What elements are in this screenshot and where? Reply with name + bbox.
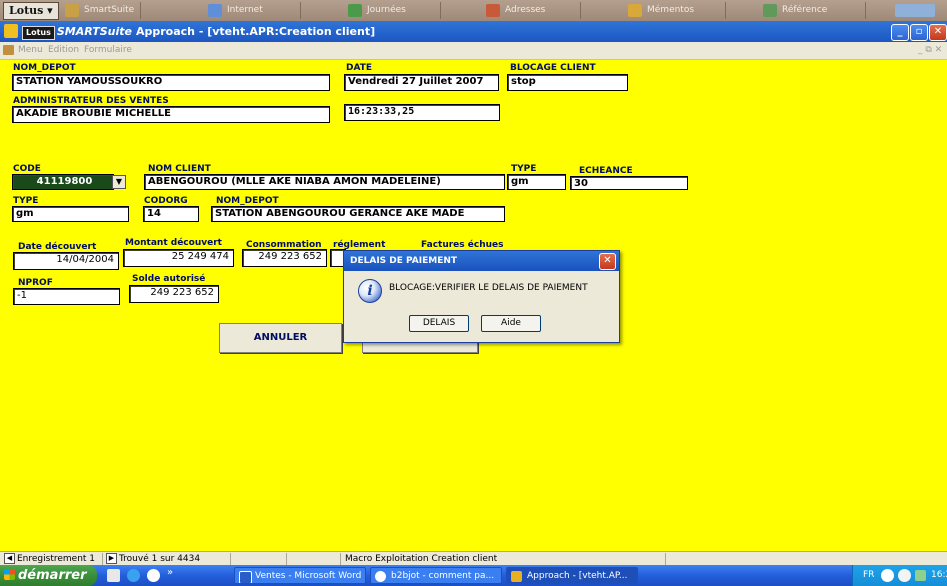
- window-titlebar[interactable]: Lotus SMARTSuite Approach - [vteht.APR:Cre…: [0, 21, 947, 42]
- smartsuite-logo: SMARTSuite: [56, 25, 132, 38]
- quicklaunch-more[interactable]: »: [167, 567, 173, 578]
- suite-item-reference[interactable]: Référence: [760, 2, 872, 19]
- suite-item-adresses[interactable]: Adresses: [483, 2, 585, 19]
- nprof-field[interactable]: -1: [13, 288, 120, 305]
- memento-icon: [628, 4, 642, 17]
- delais-paiement-dialog: DELAIS DE PAIEMENT ✕ i BLOCAGE:VERIFIER …: [343, 250, 620, 343]
- smartsuite-icon: [65, 4, 79, 17]
- administrateur-field[interactable]: AKADIE BROUBIE MICHELLE: [12, 106, 330, 123]
- macro-indicator[interactable]: Macro Exploitation Creation client: [342, 553, 666, 565]
- blocage-client-field[interactable]: stop: [507, 74, 628, 91]
- montant-decouvert-field[interactable]: 25 249 474: [123, 249, 234, 267]
- administrateur-label: ADMINISTRATEUR DES VENTES: [13, 96, 169, 106]
- solde-autorise-label: Solde autorisé: [132, 274, 206, 284]
- nom-depot2-label: NOM_DEPOT: [216, 196, 279, 206]
- lotus-menu-button[interactable]: Lotus ▾: [3, 2, 59, 20]
- tray-network-icon[interactable]: [915, 570, 926, 581]
- maximize-button[interactable]: ▫: [910, 24, 928, 41]
- dialog-message: BLOCAGE:VERIFIER LE DELAIS DE PAIEMENT: [389, 283, 588, 293]
- solde-autorise-field[interactable]: 249 223 652: [129, 285, 219, 303]
- chevron-down-icon[interactable]: ▼: [112, 175, 126, 189]
- time-field[interactable]: 16:23:33,25: [344, 104, 500, 121]
- arrow-left-icon[interactable]: ◀: [4, 553, 15, 564]
- annuler-button[interactable]: ANNULER: [219, 323, 342, 353]
- nom-depot-field[interactable]: STATION YAMOUSSOUKRO: [12, 74, 330, 91]
- factures-echues-label: Factures échues: [421, 240, 504, 250]
- nom-client-field[interactable]: ABENGOUROU (MLLE AKE NIABA AMON MADELEIN…: [144, 174, 505, 190]
- approach-app-icon[interactable]: [4, 24, 18, 38]
- consommation-field[interactable]: 249 223 652: [242, 249, 327, 267]
- adresses-icon: [486, 4, 500, 17]
- lotus-logo: Lotus: [22, 26, 55, 40]
- task-b2bjot[interactable]: b2bjot - comment pa...: [370, 567, 502, 584]
- date-field[interactable]: Vendredi 27 Juillet 2007: [344, 74, 499, 91]
- taskbar: démarrer » Ventes - Microsoft Word b2bjo…: [0, 565, 947, 586]
- close-button[interactable]: ✕: [929, 24, 947, 41]
- doc-window-controls[interactable]: _ ⧉ ✕: [918, 42, 942, 59]
- codorg-label: CODORG: [144, 196, 188, 206]
- type2-label: TYPE: [13, 196, 39, 206]
- approach-task-icon: [511, 571, 522, 582]
- tray-arrow-icon[interactable]: [881, 569, 894, 582]
- menu-item-edition[interactable]: Edition: [48, 42, 79, 59]
- language-indicator[interactable]: FR: [863, 565, 874, 586]
- system-tray: FR 16:23: [852, 565, 947, 586]
- blocage-client-label: BLOCAGE CLIENT: [510, 63, 596, 73]
- smartsuite-bar: Lotus ▾ SmartSuite Internet Journées Adr…: [0, 0, 947, 22]
- dialog-close-button[interactable]: ✕: [599, 253, 616, 270]
- word-icon: [239, 571, 252, 583]
- nom-depot-label: NOM_DEPOT: [13, 63, 76, 73]
- minimize-button[interactable]: _: [891, 24, 909, 41]
- codorg-field[interactable]: 14: [143, 206, 199, 222]
- menu-bar: Menu Edition Formulaire _ ⧉ ✕: [0, 42, 947, 60]
- window-title: Lotus SMARTSuite Approach - [vteht.APR:Cre…: [22, 21, 375, 42]
- windows-flag-icon: [4, 569, 15, 580]
- desktop-icon[interactable]: [107, 569, 120, 582]
- nom-client-label: NOM CLIENT: [148, 164, 211, 174]
- type-label: TYPE: [511, 164, 537, 174]
- suite-item-memento[interactable]: Mémentos: [625, 2, 737, 19]
- date-decouvert-label: Date découvert: [18, 242, 97, 252]
- suite-item-journees[interactable]: Journées: [345, 2, 447, 19]
- messenger-icon[interactable]: [147, 569, 160, 582]
- record-indicator[interactable]: ◀ Enregistrement 1: [2, 553, 103, 565]
- menu-item-menu[interactable]: Menu: [18, 42, 43, 59]
- messenger-task-icon: [375, 571, 386, 582]
- tray-messenger-icon[interactable]: [898, 569, 911, 582]
- nom-depot2-field[interactable]: STATION ABENGOUROU GERANCE AKE MADE: [211, 206, 505, 222]
- document-icon[interactable]: [3, 45, 14, 55]
- dialog-titlebar[interactable]: DELAIS DE PAIEMENT: [344, 251, 619, 271]
- type-field[interactable]: gm: [507, 174, 566, 190]
- suite-extra-icon[interactable]: [895, 4, 935, 17]
- task-word[interactable]: Ventes - Microsoft Word: [234, 567, 366, 584]
- nprof-label: NPROF: [18, 278, 53, 288]
- start-button[interactable]: démarrer: [0, 565, 97, 586]
- info-icon: i: [358, 279, 382, 303]
- arrow-right-icon[interactable]: ▶: [106, 553, 117, 564]
- reference-icon: [763, 4, 777, 17]
- code-label: CODE: [13, 164, 41, 174]
- journees-icon: [348, 4, 362, 17]
- browser-icon[interactable]: [127, 569, 140, 582]
- echeance-field[interactable]: 30: [570, 176, 688, 190]
- echeance-label: ECHEANCE: [579, 166, 633, 176]
- suite-item-internet[interactable]: Internet: [205, 2, 307, 19]
- delais-button[interactable]: DELAIS: [409, 315, 469, 332]
- menu-item-formulaire[interactable]: Formulaire: [84, 42, 132, 59]
- status-bar: ◀ Enregistrement 1 ▶ Trouvé 1 sur 4434 Mac…: [0, 551, 947, 566]
- montant-decouvert-label: Montant découvert: [125, 238, 222, 248]
- clock[interactable]: 16:23: [931, 565, 947, 586]
- date-decouvert-field[interactable]: 14/04/2004: [13, 252, 119, 270]
- date-label: DATE: [346, 63, 373, 73]
- aide-button[interactable]: Aide: [481, 315, 541, 332]
- found-indicator[interactable]: ▶ Trouvé 1 sur 4434: [104, 553, 231, 565]
- type2-field[interactable]: gm: [12, 206, 129, 222]
- internet-icon: [208, 4, 222, 17]
- task-approach[interactable]: Approach - [vteht.AP...: [506, 567, 638, 584]
- code-dropdown[interactable]: 41119800: [12, 174, 114, 190]
